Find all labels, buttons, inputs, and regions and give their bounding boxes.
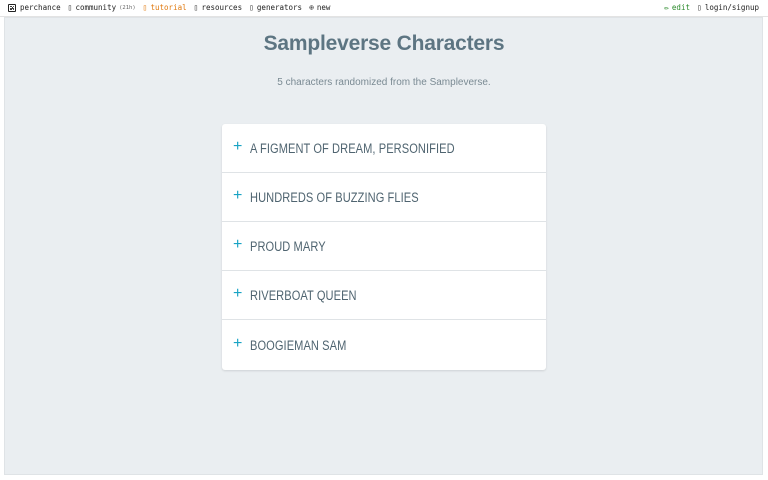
resources-icon: ▯ bbox=[193, 2, 199, 12]
top-nav-left: perchance ▯ community (21h) ▯ tutorial ▯… bbox=[8, 3, 337, 12]
nav-brand-label: perchance bbox=[20, 3, 61, 12]
top-nav-right: ✏ edit ▯ login/signup bbox=[664, 3, 759, 12]
pencil-icon: ✏ bbox=[664, 2, 669, 12]
page-title: Sampleverse Characters bbox=[263, 32, 505, 55]
community-count: (21h) bbox=[119, 4, 136, 11]
character-item[interactable]: + PROUD MARY bbox=[222, 222, 546, 271]
character-label: BOOGIEMAN SAM bbox=[250, 337, 347, 353]
character-item[interactable]: + RIVERBOAT QUEEN bbox=[222, 271, 546, 320]
nav-tutorial-label: tutorial bbox=[150, 3, 187, 12]
character-label: RIVERBOAT QUEEN bbox=[250, 287, 357, 303]
nav-edit-link[interactable]: ✏ edit bbox=[664, 3, 690, 12]
chat-icon: ▯ bbox=[67, 2, 73, 12]
nav-resources-label: resources bbox=[201, 3, 243, 12]
nav-brand-link[interactable]: perchance bbox=[8, 3, 61, 12]
page-subtitle: 5 characters randomized from the Samplev… bbox=[277, 77, 491, 88]
nav-community-label: community bbox=[75, 3, 117, 12]
nav-login-label: login/signup bbox=[704, 3, 759, 12]
plus-icon: + bbox=[233, 187, 243, 204]
plus-icon: + bbox=[233, 236, 243, 253]
user-icon: ▯ bbox=[696, 2, 702, 12]
character-list: + A FIGMENT OF DREAM, PERSONIFIED + HUND… bbox=[222, 124, 546, 370]
character-item[interactable]: + BOOGIEMAN SAM bbox=[222, 320, 546, 370]
character-label: PROUD MARY bbox=[250, 238, 326, 254]
add-circle-icon: ⊕ bbox=[309, 2, 314, 12]
character-item[interactable]: + HUNDREDS OF BUZZING FLIES bbox=[222, 173, 546, 222]
plus-icon: + bbox=[233, 285, 243, 302]
plus-icon: + bbox=[233, 138, 243, 155]
nav-community-link[interactable]: ▯ community (21h) bbox=[68, 3, 136, 12]
character-item[interactable]: + A FIGMENT OF DREAM, PERSONIFIED bbox=[222, 124, 546, 173]
generators-icon: ▯ bbox=[249, 2, 254, 12]
character-label: HUNDREDS OF BUZZING FLIES bbox=[250, 189, 419, 205]
nav-resources-link[interactable]: ▯ resources bbox=[194, 3, 242, 12]
character-label: A FIGMENT OF DREAM, PERSONIFIED bbox=[250, 140, 455, 156]
top-nav-bar: perchance ▯ community (21h) ▯ tutorial ▯… bbox=[0, 0, 768, 17]
nav-new-label: new bbox=[316, 3, 331, 12]
nav-login-link[interactable]: ▯ login/signup bbox=[697, 3, 759, 12]
nav-generators-link[interactable]: ▯ generators bbox=[249, 3, 302, 12]
book-icon: ▯ bbox=[142, 2, 148, 12]
nav-tutorial-link[interactable]: ▯ tutorial bbox=[143, 3, 187, 12]
plus-icon: + bbox=[233, 335, 243, 352]
nav-edit-label: edit bbox=[671, 3, 690, 12]
nav-new-link[interactable]: ⊕ new bbox=[309, 3, 330, 12]
dice-icon bbox=[8, 3, 16, 12]
nav-generators-label: generators bbox=[256, 3, 303, 12]
